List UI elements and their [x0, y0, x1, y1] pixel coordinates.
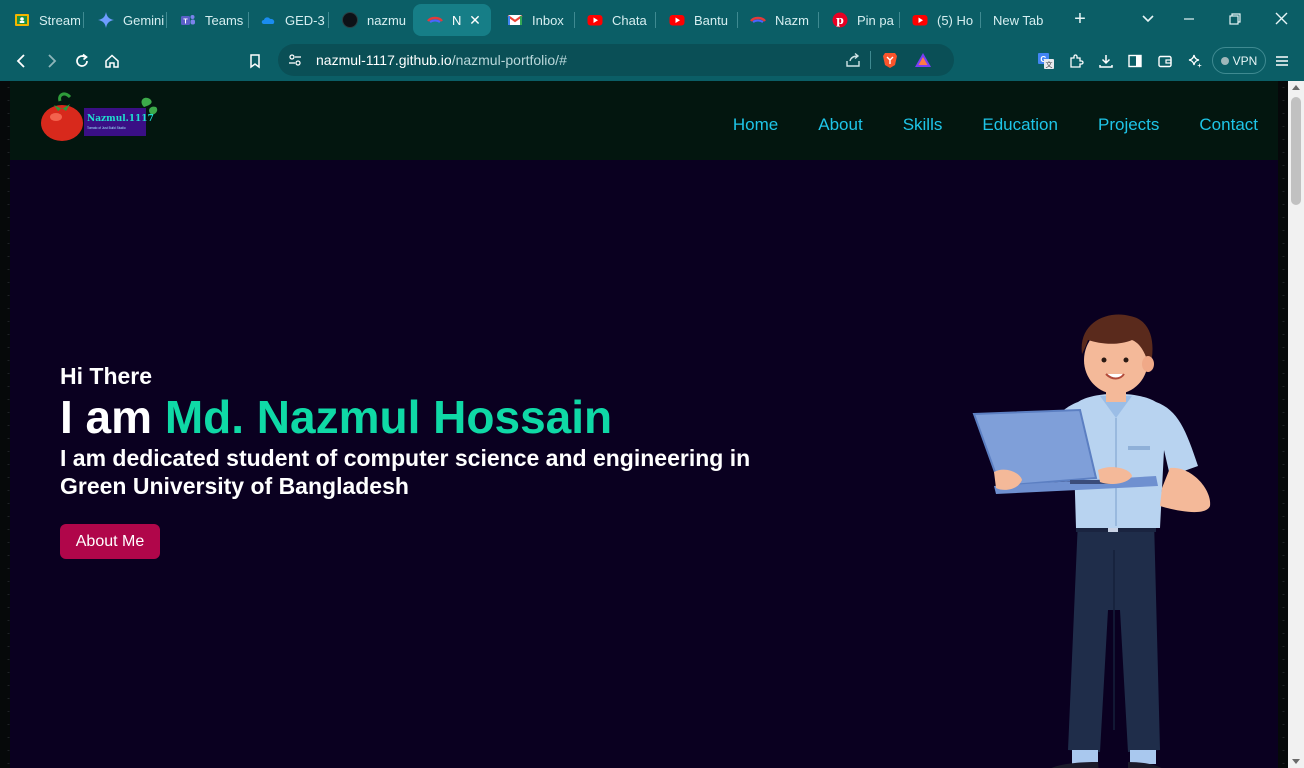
- tab-title: Chata: [612, 12, 647, 28]
- tab-title: Stream: [39, 12, 80, 28]
- nav-about[interactable]: About: [818, 115, 862, 135]
- translate-icon[interactable]: G文: [1033, 48, 1059, 74]
- page-viewport: Nazmul.1117 Tomato of Just Build Studio …: [0, 81, 1288, 768]
- tab-new-tab[interactable]: New Tab: [979, 4, 1059, 36]
- about-me-button[interactable]: About Me: [60, 524, 160, 559]
- bookmark-icon[interactable]: [242, 48, 268, 74]
- gmail-icon: [507, 12, 523, 28]
- pinterest-icon: p: [832, 12, 848, 28]
- gemini-icon: [98, 12, 114, 28]
- teams-icon: T: [180, 12, 196, 28]
- site-icon: [750, 12, 766, 28]
- tab-title: Bantu: [694, 12, 728, 28]
- reload-icon[interactable]: [69, 48, 95, 74]
- logo-text: Nazmul.1117: [87, 114, 154, 124]
- wallet-icon[interactable]: [1152, 48, 1178, 74]
- tab-gemini[interactable]: Gemini: [84, 4, 164, 36]
- scroll-down-arrow-icon[interactable]: [1292, 759, 1300, 764]
- tab-teams[interactable]: T Teams: [166, 4, 246, 36]
- tab-youtube-bantu[interactable]: Bantu: [655, 4, 735, 36]
- student-with-laptop-illustration: [972, 314, 1211, 768]
- page-scrollbar[interactable]: [1288, 81, 1304, 768]
- brave-rewards-icon[interactable]: [914, 51, 932, 74]
- forward-arrow-icon[interactable]: [38, 48, 64, 74]
- tab-title: (5) Ho: [937, 12, 974, 28]
- nav-home[interactable]: Home: [733, 115, 778, 135]
- svg-text:文: 文: [1046, 60, 1053, 69]
- minimize-icon[interactable]: [1177, 8, 1201, 32]
- vpn-status-dot-icon: [1220, 56, 1229, 65]
- sidebar-toggle-icon[interactable]: [1122, 48, 1148, 74]
- restore-icon[interactable]: [1223, 8, 1247, 32]
- share-icon[interactable]: [845, 52, 861, 73]
- headline-name: Md. Nazmul Hossain: [164, 391, 613, 443]
- tab-pinterest[interactable]: p Pin pa: [818, 4, 898, 36]
- tab-title: Pin pa: [857, 12, 894, 28]
- site-icon: [427, 12, 443, 28]
- laptop-screen: [972, 408, 1098, 488]
- scroll-up-arrow-icon[interactable]: [1292, 85, 1300, 90]
- svg-text:p: p: [836, 14, 844, 27]
- new-tab-plus-icon[interactable]: +: [1068, 8, 1092, 32]
- tab-search-chevron-icon[interactable]: [1136, 8, 1160, 32]
- nav-education[interactable]: Education: [982, 115, 1058, 135]
- logo-subtext: Tomato of Just Build Studio: [87, 126, 126, 130]
- close-tab-icon[interactable]: ✕: [467, 12, 483, 28]
- youtube-icon: [912, 12, 928, 28]
- tab-title: N: [452, 12, 462, 28]
- url-path: /nazmul-portfolio/#: [451, 52, 567, 68]
- tab-nazm[interactable]: Nazm: [736, 4, 816, 36]
- tab-title: New Tab: [993, 12, 1044, 28]
- vpn-button[interactable]: VPN: [1212, 47, 1266, 74]
- tab-title: Inbox: [532, 12, 564, 28]
- brave-shields-icon[interactable]: [881, 51, 899, 74]
- tab-youtube-home[interactable]: (5) Ho: [898, 4, 978, 36]
- tab-strip: Stream Gemini T Teams GED-3 nazmu N ✕ In…: [0, 0, 1304, 40]
- site-nav: Home About Skills Education Projects Con…: [693, 115, 1258, 135]
- browser-toolbar: nazmul-1117.github.io/nazmul-portfolio/#…: [0, 40, 1304, 81]
- nav-skills[interactable]: Skills: [903, 115, 943, 135]
- site-header: Nazmul.1117 Tomato of Just Build Studio …: [10, 81, 1278, 160]
- site-logo[interactable]: Nazmul.1117 Tomato of Just Build Studio: [40, 91, 160, 143]
- tab-title: Gemini: [123, 12, 164, 28]
- tab-portfolio-active[interactable]: N ✕: [413, 4, 491, 36]
- svg-text:T: T: [183, 19, 188, 26]
- address-bar[interactable]: nazmul-1117.github.io/nazmul-portfolio/#: [278, 44, 954, 76]
- hero-tagline: I am dedicated student of computer scien…: [60, 445, 751, 499]
- omnibox-divider: [870, 51, 871, 69]
- tab-title: Teams: [205, 12, 244, 28]
- url-text: nazmul-1117.github.io/nazmul-portfolio/#: [316, 52, 567, 68]
- tab-github[interactable]: nazmu: [328, 4, 408, 36]
- hero-headline: I am Md. Nazmul Hossain: [60, 390, 612, 444]
- close-window-icon[interactable]: [1269, 8, 1293, 32]
- youtube-icon: [587, 12, 603, 28]
- home-icon[interactable]: [99, 48, 125, 74]
- nav-contact[interactable]: Contact: [1199, 115, 1258, 135]
- hero-section: Hi There I am Md. Nazmul Hossain I am de…: [10, 160, 1278, 768]
- scroll-thumb[interactable]: [1291, 97, 1301, 205]
- onedrive-icon: [260, 12, 276, 28]
- tab-title: GED-3: [285, 12, 325, 28]
- github-icon: [342, 12, 358, 28]
- tab-title: nazmu: [367, 12, 407, 28]
- leo-ai-sparkle-icon[interactable]: [1182, 48, 1208, 74]
- tab-youtube-chata[interactable]: Chata: [573, 4, 653, 36]
- youtube-icon: [669, 12, 685, 28]
- extensions-puzzle-icon[interactable]: [1063, 48, 1089, 74]
- hero-greeting: Hi There: [60, 363, 153, 389]
- tab-title: Nazm: [775, 12, 809, 28]
- tab-stream[interactable]: Stream: [0, 4, 80, 36]
- tab-inbox[interactable]: Inbox: [493, 4, 573, 36]
- download-icon[interactable]: [1093, 48, 1119, 74]
- url-host: nazmul-1117.github.io: [316, 52, 452, 68]
- shoe-left: [1051, 762, 1099, 768]
- vpn-label: VPN: [1232, 53, 1258, 68]
- nav-projects[interactable]: Projects: [1098, 115, 1159, 135]
- site-info-icon[interactable]: [287, 52, 303, 73]
- menu-hamburger-icon[interactable]: [1269, 48, 1295, 74]
- classroom-icon: [14, 12, 30, 28]
- tab-ged[interactable]: GED-3: [246, 4, 326, 36]
- headline-prefix: I am: [60, 391, 165, 443]
- back-arrow-icon[interactable]: [9, 48, 35, 74]
